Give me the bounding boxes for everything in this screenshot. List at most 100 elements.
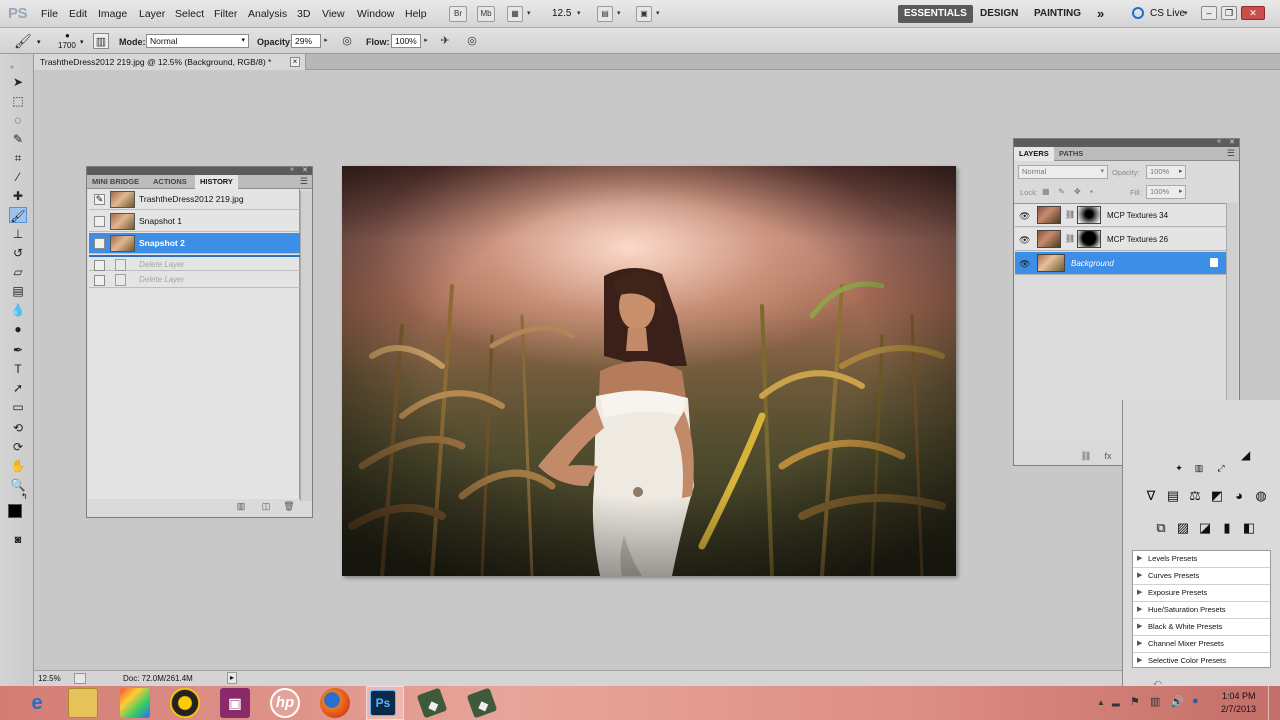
chain-link-icon[interactable]: ⛓ (1065, 234, 1075, 243)
chevron-down-icon[interactable]: ▾ (1184, 9, 1188, 17)
close-document-icon[interactable]: × (290, 57, 300, 67)
preset-selective-color[interactable]: ▶ Selective Color Presets (1133, 653, 1270, 670)
collapse-panel-icon[interactable]: « (290, 166, 294, 173)
menu-view[interactable]: View (322, 8, 345, 20)
curves-icon[interactable]: ⤢ (1213, 460, 1229, 476)
quick-selection-tool-icon[interactable]: ✎ (9, 131, 27, 147)
history-scrollbar[interactable] (300, 191, 312, 501)
pen-tool-icon[interactable]: ✒ (9, 342, 27, 358)
color-balance-icon[interactable]: ⚖ (1187, 488, 1203, 504)
network-status-icon[interactable]: ▥ (1150, 695, 1160, 708)
tab-mini-bridge[interactable]: MINI BRIDGE (87, 175, 144, 189)
clock-time[interactable]: 1:04 PM (1222, 691, 1256, 701)
show-hidden-icons-icon[interactable]: ▲ (1097, 698, 1105, 707)
dodge-tool-icon[interactable]: ● (9, 321, 27, 337)
picasa-icon[interactable] (120, 688, 150, 718)
workspace-essentials[interactable]: ESSENTIALS (898, 5, 973, 23)
lock-transparent-icon[interactable]: ▦ (1042, 187, 1050, 196)
levels-icon[interactable]: ▥ (1191, 460, 1207, 476)
document-canvas-photo[interactable] (342, 166, 956, 576)
chevron-down-icon[interactable]: ▾ (577, 9, 581, 17)
brightness-icon[interactable]: ✦ (1171, 460, 1187, 476)
eye-icon[interactable]: 👁 (1019, 211, 1030, 222)
invert-icon[interactable]: ⧉ (1153, 520, 1169, 536)
preset-curves[interactable]: ▶ Curves Presets (1133, 568, 1270, 585)
network-icon[interactable]: ▂ (1112, 696, 1120, 707)
view-extras-icon[interactable]: ▦ (507, 6, 523, 22)
photoshop-icon[interactable]: Ps (370, 690, 396, 716)
blend-mode-select[interactable]: Normal ▾ (1018, 165, 1108, 179)
history-row-source[interactable]: ✎ TrashtheDress2012 219.jpg (89, 189, 300, 210)
photo-filter-icon[interactable]: ◕ (1231, 488, 1247, 504)
opacity-slider-toggle[interactable]: ▸ (320, 33, 332, 49)
history-row-delete-layer[interactable]: Delete Layer (89, 255, 300, 271)
history-row-snapshot-1[interactable]: Snapshot 1 (89, 211, 300, 232)
preset-hue-saturation[interactable]: ▶ Hue/Saturation Presets (1133, 602, 1270, 619)
document-tab[interactable]: TrashtheDress2012 219.jpg @ 12.5% (Backg… (34, 54, 306, 70)
flow-slider-toggle[interactable]: ▸ (420, 33, 432, 49)
posterize-icon[interactable]: ▨ (1175, 520, 1191, 536)
link-layers-icon[interactable]: ⛓ (1080, 451, 1092, 461)
tablet-pressure-size-icon[interactable]: ◎ (464, 33, 480, 49)
trash-icon[interactable]: 🗑 (283, 501, 295, 511)
healing-brush-tool-icon[interactable]: ✚ (9, 188, 27, 204)
chevron-down-icon[interactable]: ▾ (617, 9, 621, 17)
flow-field[interactable]: 100% (391, 34, 421, 48)
tab-actions[interactable]: ACTIONS (148, 175, 192, 189)
close-window-button[interactable]: ✕ (1241, 6, 1265, 20)
swap-colors-icon[interactable]: ↰ (21, 492, 28, 501)
gradient-map-icon[interactable]: ▮ (1219, 520, 1235, 536)
panel-menu-icon[interactable]: ☰ (300, 176, 308, 187)
menu-filter[interactable]: Filter (214, 8, 237, 20)
history-brush-source-checkbox[interactable] (94, 216, 105, 227)
gradient-tool-icon[interactable]: ▤ (9, 283, 27, 299)
tab-paths[interactable]: PATHS (1054, 147, 1088, 161)
minimize-button[interactable]: – (1201, 6, 1217, 20)
layer-style-icon[interactable]: fx (1102, 451, 1114, 461)
workspace-design[interactable]: DESIGN (974, 5, 1024, 23)
lock-all-icon[interactable]: ▪ (1090, 187, 1093, 196)
menu-layer[interactable]: Layer (139, 8, 165, 20)
brush-size[interactable]: 1700 (58, 41, 76, 50)
app-icon[interactable]: ◆ (466, 687, 498, 719)
chevron-down-icon[interactable]: ▾ (527, 9, 531, 17)
chevron-down-icon[interactable]: ▾ (80, 38, 84, 46)
quick-mask-icon[interactable]: ◙ (9, 532, 27, 548)
screen-mode-icon[interactable]: ▣ (636, 6, 652, 22)
collapse-panel-icon[interactable]: « (1217, 138, 1221, 145)
history-brush-source-icon[interactable]: ✎ (94, 194, 105, 205)
bridge-button[interactable]: Br (449, 6, 467, 22)
menu-analysis[interactable]: Analysis (248, 8, 287, 20)
history-row-snapshot-2[interactable]: Snapshot 2 (89, 233, 300, 254)
mini-bridge-button[interactable]: Mb (477, 6, 495, 22)
close-panel-icon[interactable]: ✕ (302, 166, 308, 174)
move-tool-icon[interactable]: ➤ (9, 74, 27, 90)
menu-3d[interactable]: 3D (297, 8, 310, 20)
close-panel-icon[interactable]: ✕ (1229, 138, 1235, 146)
eraser-tool-icon[interactable]: ▱ (9, 264, 27, 280)
flag-icon[interactable]: ⚑ (1130, 695, 1140, 708)
preset-channel-mixer[interactable]: ▶ Channel Mixer Presets (1133, 636, 1270, 653)
preset-levels[interactable]: ▶ Levels Presets (1133, 551, 1270, 568)
zoom-tool-icon[interactable]: 🔍 (9, 477, 27, 493)
new-document-from-state-icon[interactable]: ▥ (235, 501, 247, 511)
arrange-documents-icon[interactable]: ▤ (597, 6, 613, 22)
mode-select[interactable]: Normal ▾ (146, 34, 249, 48)
status-menu-arrow-icon[interactable]: ▸ (227, 672, 237, 684)
chevron-down-icon[interactable]: ▾ (37, 38, 41, 46)
firefox-icon[interactable] (320, 688, 350, 718)
history-row-delete-layer[interactable]: Delete Layer (89, 272, 300, 288)
layer-row[interactable]: 👁 ⛓ MCP Textures 34 (1015, 204, 1226, 227)
marquee-tool-icon[interactable]: ⬚ (9, 93, 27, 109)
selective-color-icon[interactable]: ◧ (1241, 520, 1257, 536)
eyedropper-tool-icon[interactable]: ⁄ (9, 169, 27, 185)
hue-saturation-icon[interactable]: ▤ (1165, 488, 1181, 504)
panel-title-bar[interactable]: « ✕ (1014, 138, 1239, 147)
layer-row[interactable]: 👁 ⛓ MCP Textures 26 (1015, 228, 1226, 251)
chevron-down-icon[interactable]: ▾ (656, 9, 660, 17)
airbrush-icon[interactable]: ✈ (437, 33, 453, 49)
tablet-pressure-opacity-icon[interactable]: ◎ (339, 33, 355, 49)
more-workspaces-icon[interactable]: » (1091, 5, 1110, 23)
preset-exposure[interactable]: ▶ Exposure Presets (1133, 585, 1270, 602)
lasso-tool-icon[interactable]: ◌ (9, 112, 27, 128)
